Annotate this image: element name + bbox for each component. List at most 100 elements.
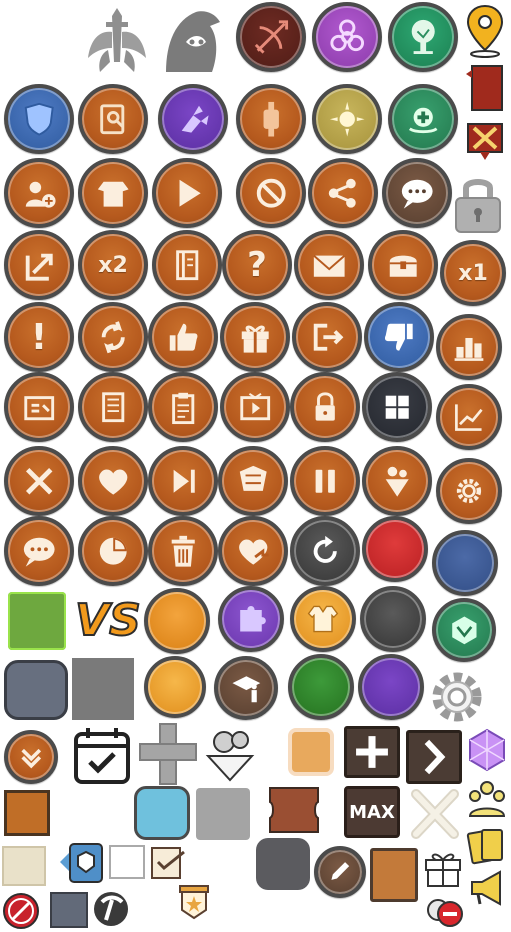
chat-icon xyxy=(382,158,452,228)
dark-tile xyxy=(256,838,310,890)
gold-orb xyxy=(144,656,206,718)
pickaxe-icon xyxy=(92,890,130,928)
selection-frame xyxy=(8,592,66,650)
gift-icon xyxy=(422,846,464,888)
sun-icon xyxy=(312,84,382,154)
shield-icon xyxy=(4,84,74,154)
jacket-icon xyxy=(290,586,356,652)
silver-tile xyxy=(196,788,250,840)
max-icon: MAX xyxy=(344,786,400,838)
graphite-orb xyxy=(360,586,426,652)
padlock-icon xyxy=(448,172,508,236)
chevron-down-icon xyxy=(4,730,58,784)
emblem-icon xyxy=(432,598,496,662)
info-hat-icon xyxy=(214,656,278,720)
plus-icon xyxy=(344,726,400,778)
cancel-icon xyxy=(236,158,306,228)
person-down-icon xyxy=(362,446,432,516)
star-badge-icon xyxy=(178,884,210,922)
icon-sprite-sheet: x2 ? x1 ! VS MAX xyxy=(0,0,511,932)
tree-emblem-icon xyxy=(388,2,458,72)
puzzle-icon xyxy=(218,586,284,652)
green-orb xyxy=(288,654,354,720)
group-icon xyxy=(466,778,508,820)
add-person-icon xyxy=(4,158,74,228)
notes-icon xyxy=(78,372,148,442)
logout-icon xyxy=(292,302,362,372)
tan-square xyxy=(286,726,336,778)
heart-share-icon xyxy=(218,516,288,586)
slate-tile xyxy=(4,660,68,720)
ticket-tile xyxy=(262,786,326,834)
heal-icon xyxy=(388,84,458,154)
gem-icon xyxy=(466,728,508,772)
video-icon xyxy=(220,372,290,442)
vs-icon: VS xyxy=(74,594,142,647)
red-banner-icon xyxy=(466,60,506,116)
battle-icon xyxy=(4,446,74,516)
cream-tile xyxy=(2,846,46,886)
plus-icon xyxy=(138,722,198,786)
outline-frame xyxy=(108,844,148,880)
avatar-icon xyxy=(202,726,258,782)
slate-small-tile xyxy=(50,892,88,928)
magnifier-document-icon xyxy=(78,84,148,154)
armor-icon xyxy=(78,158,148,228)
claw-icon xyxy=(158,84,228,154)
id-card-icon xyxy=(4,372,74,442)
exit-arrow-icon xyxy=(4,230,74,300)
share-icon xyxy=(308,158,378,228)
lock-icon xyxy=(290,372,360,442)
remove-icon xyxy=(424,892,464,930)
clipboard-icon xyxy=(148,372,218,442)
crossed-bow-icon xyxy=(236,2,306,72)
grid-icon xyxy=(362,372,432,442)
skip-icon xyxy=(148,446,218,516)
orange-tile xyxy=(4,790,50,836)
crossed-swords-tag-icon xyxy=(462,118,508,164)
trash-icon xyxy=(148,516,218,586)
hammer-icon xyxy=(236,84,306,154)
thumbs-up-icon xyxy=(148,302,218,372)
alert-icon: ! xyxy=(4,302,74,372)
sword-wings-icon xyxy=(80,2,154,76)
thumbs-down-icon xyxy=(364,302,434,372)
gift-icon xyxy=(220,302,290,372)
next-icon xyxy=(406,730,462,784)
leaderboard-icon xyxy=(436,314,502,380)
trend-icon xyxy=(436,384,502,450)
amber-orb xyxy=(144,588,210,654)
sky-tile xyxy=(134,786,190,840)
pencil-icon xyxy=(314,846,366,898)
mail-icon xyxy=(294,230,364,300)
play-icon xyxy=(152,158,222,228)
help-icon: ? xyxy=(222,230,292,300)
refresh-icon xyxy=(78,302,148,372)
multiplier-icon: x1 xyxy=(440,240,506,306)
pause-icon xyxy=(290,446,360,516)
pie-icon xyxy=(78,516,148,586)
journal-icon xyxy=(152,230,222,300)
no-ads-icon xyxy=(2,892,40,930)
chest-icon xyxy=(368,230,438,300)
wizard-hood-icon xyxy=(156,2,230,76)
gray-tile xyxy=(72,658,134,720)
cards-icon xyxy=(466,826,508,866)
purple-orb xyxy=(358,654,424,720)
restart-icon xyxy=(290,516,360,586)
checklist-icon xyxy=(150,846,188,880)
chat-icon xyxy=(4,516,74,586)
megaphone-icon xyxy=(466,868,508,908)
wood-tile xyxy=(370,848,418,902)
red-orb xyxy=(362,516,428,582)
map-pin-icon xyxy=(462,2,508,58)
heart-icon xyxy=(78,446,148,516)
navy-orb xyxy=(432,530,498,596)
multiplier-icon: x2 xyxy=(78,230,148,300)
tag-icon xyxy=(58,842,106,884)
gear-icon xyxy=(428,668,486,726)
settings-icon xyxy=(436,458,502,524)
close-icon xyxy=(408,786,462,842)
calendar-check-icon xyxy=(72,726,132,786)
biohazard-icon xyxy=(312,2,382,72)
